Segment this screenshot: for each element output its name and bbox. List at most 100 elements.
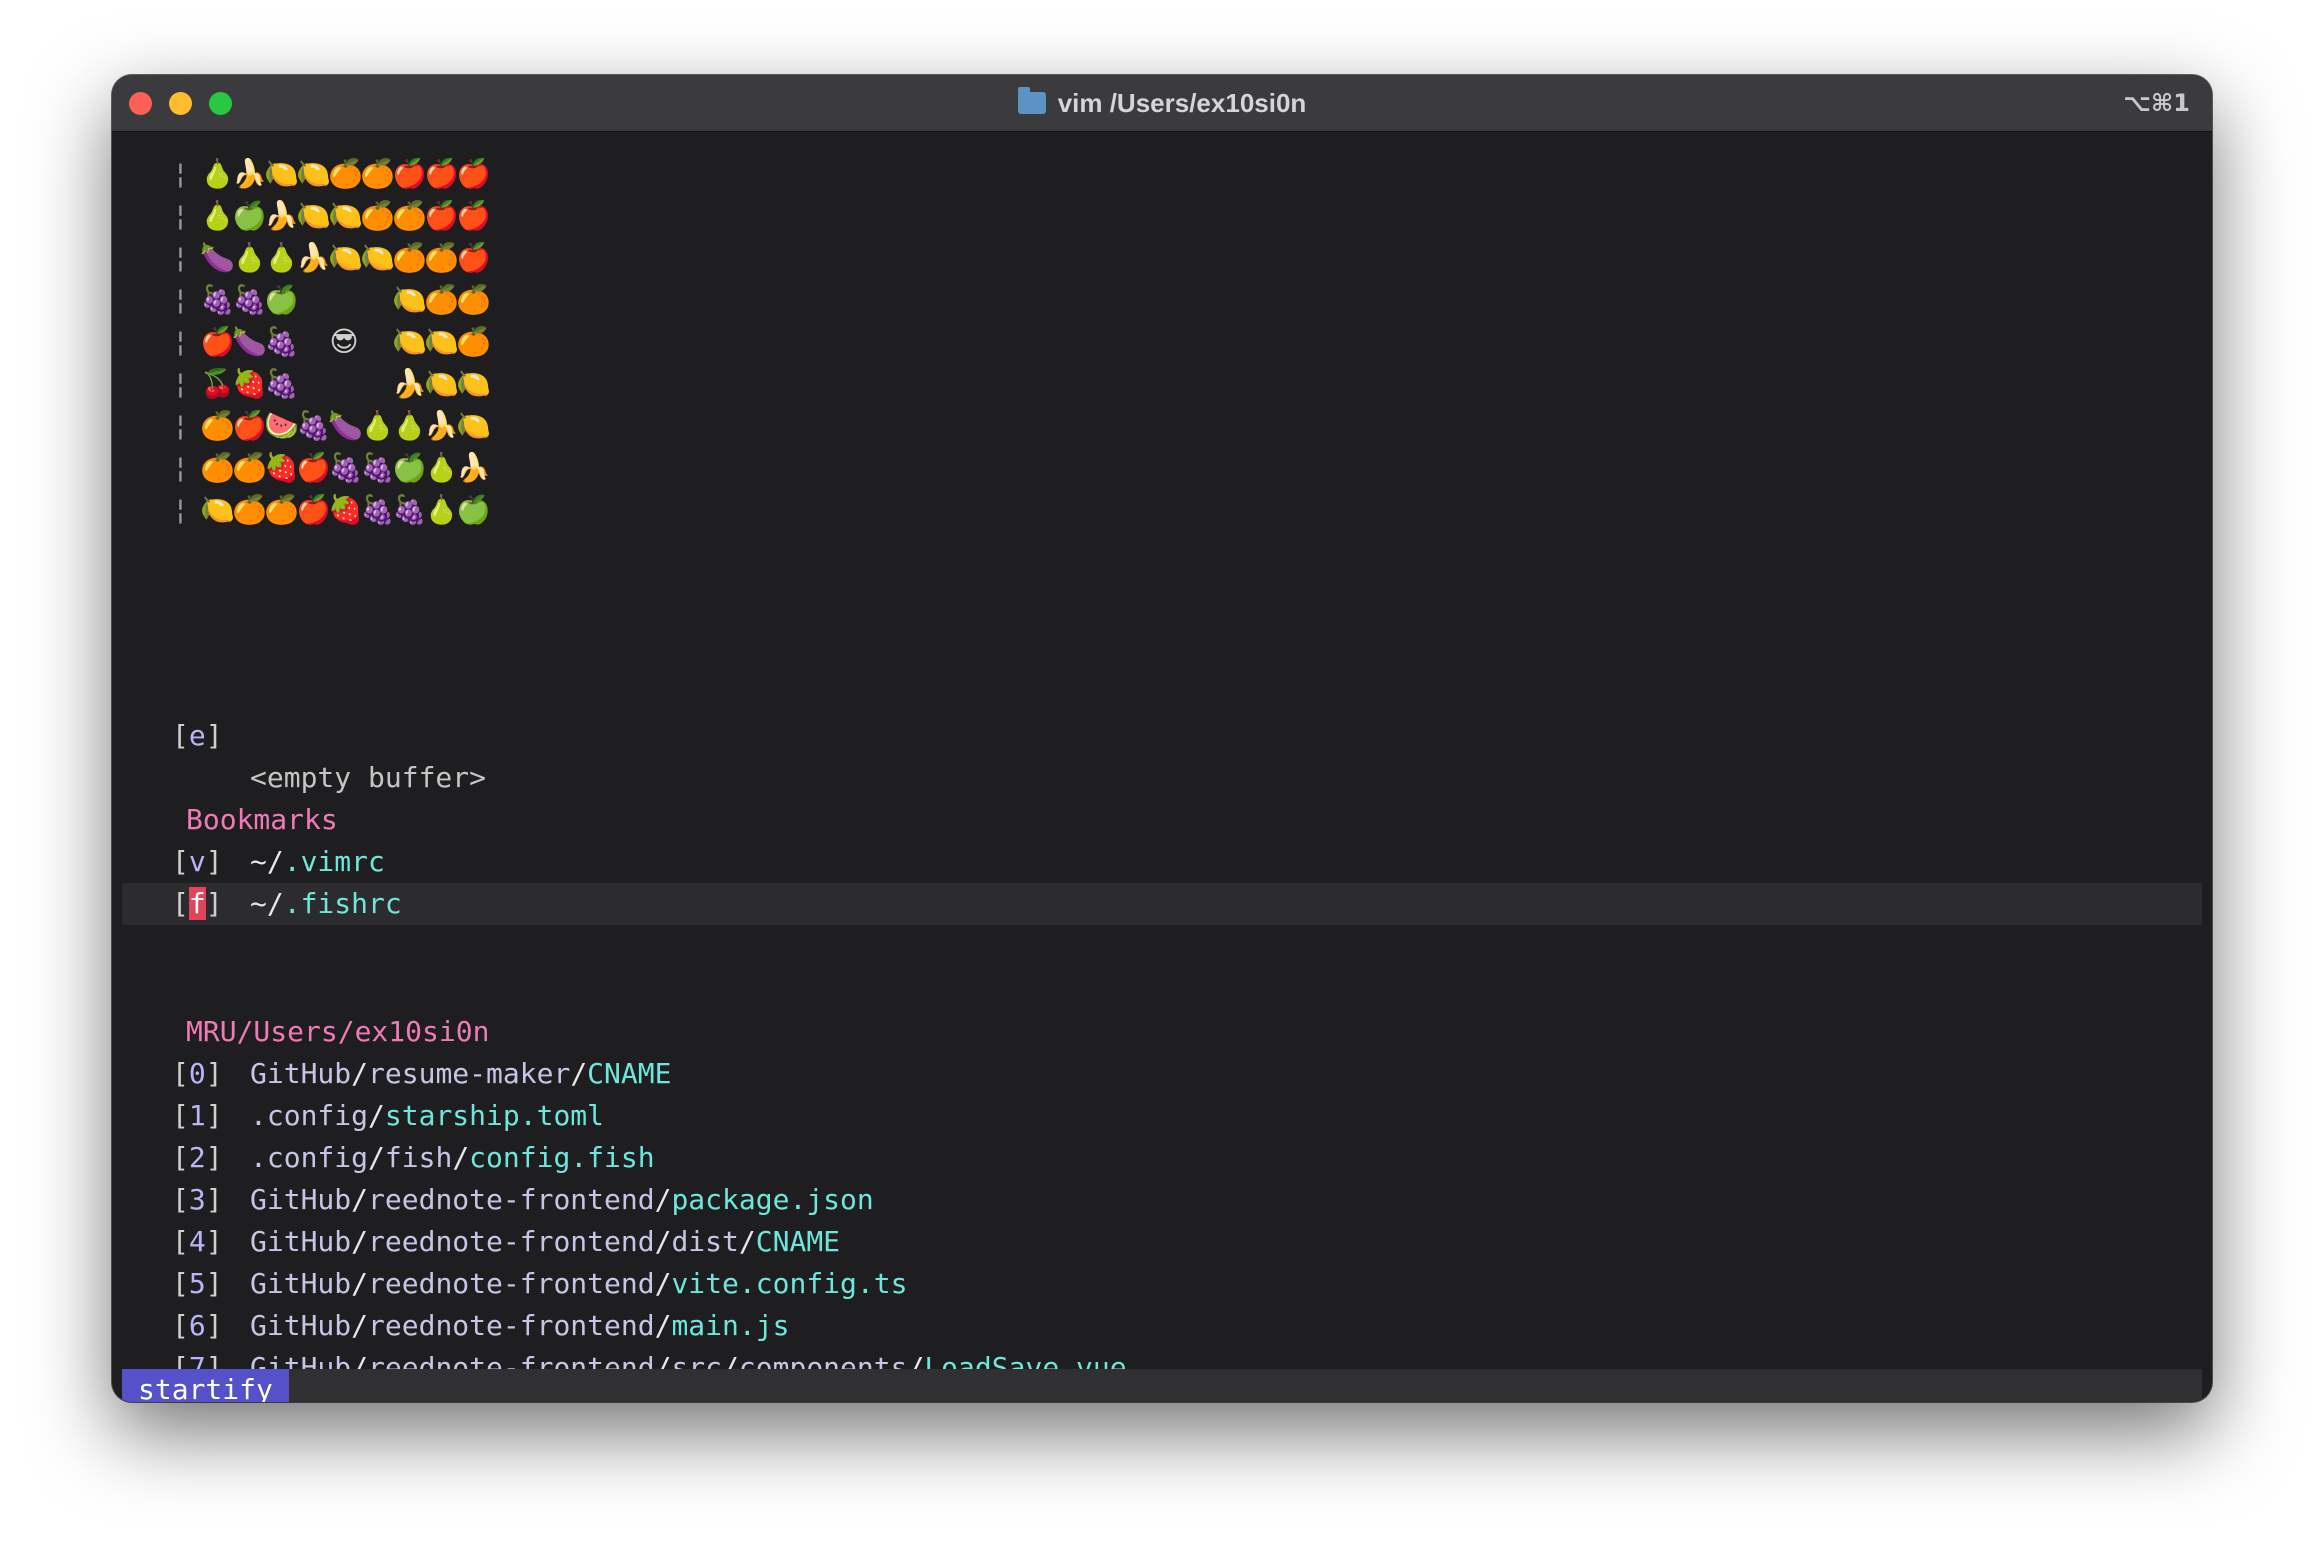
art-emoji: 🍇 xyxy=(328,451,363,484)
art-emoji: 🍏 xyxy=(456,493,491,526)
art-emoji: 🍎 xyxy=(456,241,491,274)
entry-key-cell: [4] xyxy=(172,1225,223,1258)
vim-startify-screen[interactable]: ¦ 🍐🍌🍋🍋🍊🍊🍎🍎🍎 ¦ 🍐🍏🍌🍋🍋🍊🍊🍎🍎 ¦ 🍆🍐🍐🍌🍋🍋🍊🍊🍎 ¦ 🍇🍇🍏 🍋🍊🍊 ¦ 🍎… xyxy=(122,131,2202,1402)
art-bar: ¦ xyxy=(172,451,189,484)
path-dir: reednote-frontend xyxy=(368,1267,655,1300)
path-dir: reednote-frontend xyxy=(368,1309,655,1342)
entry-filename: CNAME xyxy=(755,1225,841,1258)
path-dir: GitHub xyxy=(250,1057,352,1090)
entry-filename: config.fish xyxy=(469,1141,655,1174)
path-dir: GitHub xyxy=(250,1225,352,1258)
entry-key: v xyxy=(188,845,206,878)
entry-key: 0 xyxy=(188,1057,206,1090)
art-emoji: 🍇 xyxy=(360,493,395,526)
art-emoji: 🍏 xyxy=(264,283,299,316)
art-emoji: 🍎 xyxy=(296,493,331,526)
title-bar[interactable]: vim /Users/ex10si0n ⌥⌘1 xyxy=(112,75,2212,132)
art-bar: ¦ xyxy=(172,493,189,526)
art-emoji: 🍋 xyxy=(296,199,331,232)
entry-key: 5 xyxy=(188,1267,206,1300)
art-bar: ¦ xyxy=(172,241,189,274)
art-emoji: 🍎 xyxy=(424,199,459,232)
art-row: ¦ 🍒🍓🍇 🍌🍋🍋 xyxy=(172,363,491,405)
art-emoji: 🍇 xyxy=(200,283,235,316)
bookmark-entry[interactable]: [f] ~/.fishrc xyxy=(122,883,2202,925)
entry-key-cell: [f] xyxy=(172,887,223,920)
mru-entry[interactable]: [2] .config/fish/config.fish xyxy=(122,1137,2202,1179)
path-dir: resume-maker xyxy=(368,1057,571,1090)
art-emoji: 🍆 xyxy=(232,325,267,358)
art-emoji: 🍎 xyxy=(392,157,427,190)
art-bar: ¦ xyxy=(172,409,189,442)
art-emoji: 🍊 xyxy=(232,493,267,526)
entry-path: ~/.fishrc xyxy=(250,887,402,920)
art-bar: ¦ xyxy=(172,283,189,316)
art-emoji: 🍋 xyxy=(264,157,299,190)
art-emoji xyxy=(328,363,360,405)
art-emoji: 🍋 xyxy=(392,325,427,358)
art-emoji: 🍐 xyxy=(200,157,235,190)
art-emoji: 🍎 xyxy=(424,157,459,190)
art-bar: ¦ xyxy=(172,199,189,232)
art-emoji: 🍎 xyxy=(456,157,491,190)
mru-entry[interactable]: [6] GitHub/reednote-frontend/main.js xyxy=(122,1305,2202,1347)
path-dir: GitHub xyxy=(250,1267,352,1300)
mru-entry[interactable]: [5] GitHub/reednote-frontend/vite.config.… xyxy=(122,1263,2202,1305)
art-emoji: 🍐 xyxy=(424,493,459,526)
entry-key-cell: [3] xyxy=(172,1183,223,1216)
mru-entry[interactable]: [4] GitHub/reednote-frontend/dist/CNAME xyxy=(122,1221,2202,1263)
art-emoji: 🍌 xyxy=(424,409,459,442)
art-emoji xyxy=(328,279,360,321)
window-title: vim /Users/ex10si0n xyxy=(112,75,2212,131)
art-emoji: 🍒 xyxy=(200,367,235,400)
path-dir: fish xyxy=(384,1141,453,1174)
art-emoji: 🍋 xyxy=(328,199,363,232)
art-emoji xyxy=(296,279,328,321)
path-dir: .config xyxy=(250,1141,369,1174)
entry-path: ~/.vimrc xyxy=(250,845,385,878)
art-emoji: 🍋 xyxy=(424,367,459,400)
mru-entry[interactable]: [0] GitHub/resume-maker/CNAME xyxy=(122,1053,2202,1095)
art-emoji: 🍇 xyxy=(264,367,299,400)
path-dir: reednote-frontend xyxy=(368,1183,655,1216)
art-emoji: 🍊 xyxy=(264,493,299,526)
art-bar: ¦ xyxy=(172,325,189,358)
art-emoji: 🍐 xyxy=(392,409,427,442)
mru-entry[interactable]: [1] .config/starship.toml xyxy=(122,1095,2202,1137)
path-dir: GitHub xyxy=(250,1309,352,1342)
entry-key: 6 xyxy=(188,1309,206,1342)
art-emoji: 🍎 xyxy=(296,451,331,484)
art-emoji: 🍊 xyxy=(200,409,235,442)
art-emoji: 😎 xyxy=(329,325,359,358)
art-emoji: 🍊 xyxy=(456,283,491,316)
entry-filename: CNAME xyxy=(587,1057,672,1090)
art-emoji xyxy=(296,363,328,405)
entry-key-cell: [1] xyxy=(172,1099,223,1132)
entry-filename: .vimrc xyxy=(283,845,385,878)
bookmark-entry[interactable]: [v] ~/.vimrc xyxy=(122,841,2202,883)
entry-path: .config/starship.toml xyxy=(250,1099,605,1132)
art-emoji: 🍎 xyxy=(232,409,267,442)
entry-filename: vite.config.ts xyxy=(671,1267,908,1300)
art-emoji: 🍎 xyxy=(456,199,491,232)
art-emoji: 🍊 xyxy=(200,451,235,484)
art-emoji xyxy=(296,321,328,363)
art-emoji: 🍉 xyxy=(264,409,299,442)
art-emoji xyxy=(360,279,392,321)
mru-entry[interactable]: [3] GitHub/reednote-frontend/package.json xyxy=(122,1179,2202,1221)
art-row: ¦ 🍇🍇🍏 🍋🍊🍊 xyxy=(172,279,491,321)
entry-path: GitHub/reednote-frontend/vite.config.ts xyxy=(250,1267,908,1300)
art-emoji: 🍌 xyxy=(232,157,267,190)
art-emoji: 🍊 xyxy=(392,241,427,274)
art-emoji: 🍇 xyxy=(296,409,331,442)
art-emoji: 🍆 xyxy=(200,241,235,274)
empty-buffer-entry[interactable]: [e] <empty buffer> xyxy=(122,673,2202,794)
entry-path: GitHub/reednote-frontend/package.json xyxy=(250,1183,874,1216)
entry-filename: .fishrc xyxy=(283,887,402,920)
art-row: ¦ 🍐🍏🍌🍋🍋🍊🍊🍎🍎 xyxy=(172,195,491,237)
art-emoji: 🍏 xyxy=(232,199,267,232)
art-emoji: 🍎 xyxy=(200,325,235,358)
entry-key-cell: [0] xyxy=(172,1057,223,1090)
art-emoji: 🍋 xyxy=(200,493,235,526)
entry-filename: main.js xyxy=(671,1309,790,1342)
